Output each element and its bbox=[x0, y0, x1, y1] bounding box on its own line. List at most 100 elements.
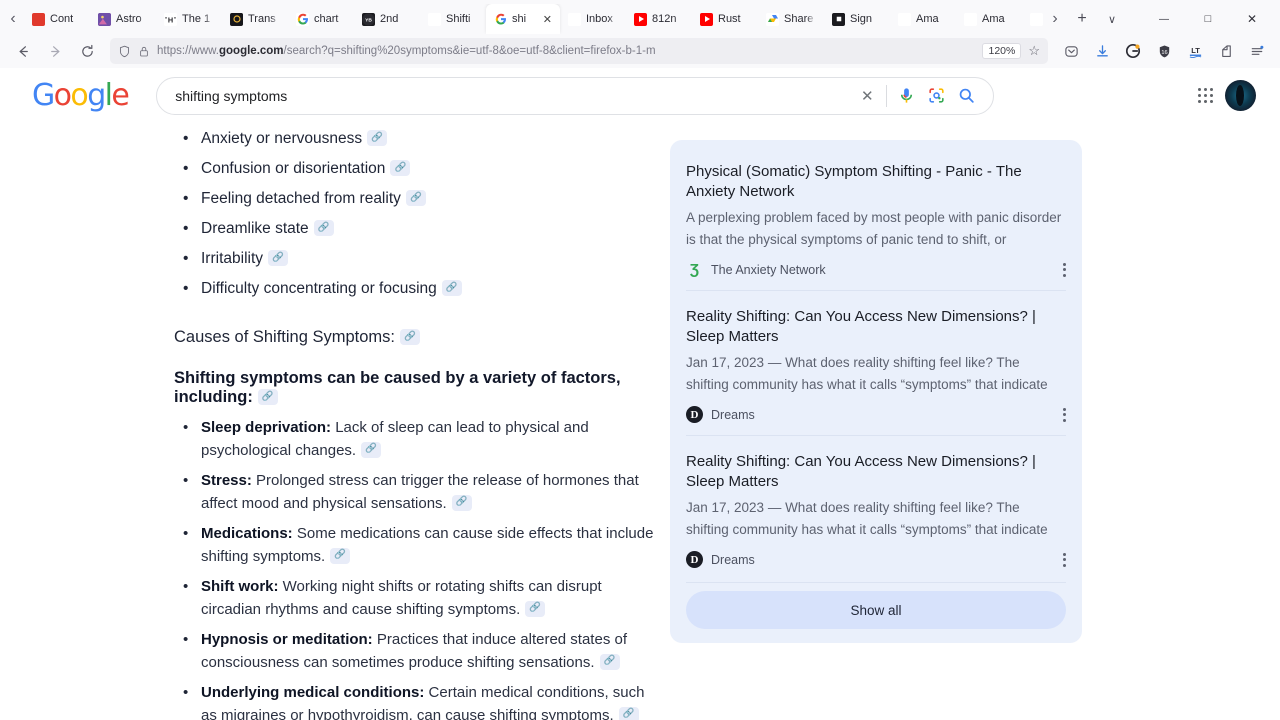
search-input[interactable] bbox=[175, 87, 853, 104]
minimize-button[interactable]: — bbox=[1142, 4, 1186, 34]
link-chip-icon[interactable]: 🔗 bbox=[268, 249, 289, 266]
tab-strip: ‹ Cont Astro H The 1 Trans chart YB 2nd M Shifti… bbox=[0, 0, 1280, 34]
google-apps-button[interactable] bbox=[1198, 88, 1213, 103]
camera-lens-icon bbox=[929, 88, 944, 103]
result-card[interactable]: Reality Shifting: Can You Access New Dim… bbox=[686, 290, 1066, 435]
more-options-icon[interactable] bbox=[1063, 407, 1066, 422]
hyphen-icon: H bbox=[164, 12, 177, 26]
search-results-page: Anxiety or nervousness🔗Confusion or diso… bbox=[0, 124, 1280, 720]
list-item-label: Dreamlike state bbox=[201, 220, 309, 237]
search-button[interactable] bbox=[951, 81, 981, 111]
voice-search-button[interactable] bbox=[891, 81, 921, 111]
grammarly-extension-icon[interactable] bbox=[1118, 37, 1148, 65]
url-text: https://www.google.com/search?q=shifting… bbox=[157, 45, 975, 57]
browser-tab[interactable]: aAma bbox=[956, 4, 1022, 34]
more-options-icon[interactable] bbox=[1063, 262, 1066, 277]
browser-tab[interactable]: Share bbox=[758, 4, 824, 34]
browser-tab[interactable]: aAma bbox=[1022, 4, 1044, 34]
close-tab-button[interactable]: ✕ bbox=[543, 13, 552, 26]
browser-tab[interactable]: Astro bbox=[90, 4, 156, 34]
browser-tab[interactable]: 812n bbox=[626, 4, 692, 34]
languagetool-icon[interactable]: LT bbox=[1180, 37, 1210, 65]
list-item-label: Anxiety or nervousness bbox=[201, 130, 363, 147]
result-card[interactable]: Reality Shifting: Can You Access New Dim… bbox=[686, 435, 1066, 580]
result-card-title[interactable]: Physical (Somatic) Symptom Shifting - Pa… bbox=[686, 162, 1066, 201]
new-tab-button[interactable]: + bbox=[1068, 5, 1096, 33]
main-content-column: Anxiety or nervousness🔗Confusion or diso… bbox=[14, 124, 654, 720]
back-arrow-icon bbox=[19, 45, 28, 57]
source-favicon-icon: Ʒ bbox=[689, 261, 700, 278]
url-domain: google.com bbox=[219, 45, 284, 57]
reload-button[interactable] bbox=[72, 37, 102, 65]
result-card[interactable]: Physical (Somatic) Symptom Shifting - Pa… bbox=[686, 146, 1066, 290]
back-button[interactable] bbox=[8, 37, 38, 65]
link-chip-icon[interactable]: 🔗 bbox=[361, 441, 382, 458]
link-chip-icon[interactable]: 🔗 bbox=[400, 328, 421, 345]
result-card-title[interactable]: Reality Shifting: Can You Access New Dim… bbox=[686, 452, 1066, 491]
bookmark-star-icon[interactable]: ☆ bbox=[1028, 43, 1040, 59]
gmail-icon: M bbox=[568, 12, 581, 26]
browser-tab[interactable]: M Inbox bbox=[560, 4, 626, 34]
browser-tab[interactable]: M Shifti bbox=[420, 4, 486, 34]
scroll-tabs-left-button[interactable]: ‹ bbox=[2, 4, 24, 34]
link-chip-icon[interactable]: 🔗 bbox=[313, 219, 334, 236]
browser-tab-label: Cont bbox=[50, 13, 74, 25]
browser-tab[interactable]: Rust bbox=[692, 4, 758, 34]
list-item: Shift work: Working night shifts or rota… bbox=[174, 576, 654, 621]
close-window-button[interactable]: ✕ bbox=[1230, 4, 1274, 34]
link-chip-icon[interactable]: 🔗 bbox=[367, 129, 388, 146]
list-all-tabs-button[interactable]: ∨ bbox=[1098, 5, 1126, 33]
browser-tab[interactable]: Cont bbox=[24, 4, 90, 34]
browser-tab[interactable]: aAma bbox=[890, 4, 956, 34]
link-chip-icon[interactable]: 🔗 bbox=[599, 653, 620, 670]
browser-tab[interactable]: H The 1 bbox=[156, 4, 222, 34]
link-chip-icon[interactable]: 🔗 bbox=[257, 388, 278, 405]
browser-tab-label: chart bbox=[314, 13, 339, 25]
forward-button[interactable] bbox=[40, 37, 70, 65]
cause-term: Underlying medical conditions: bbox=[201, 684, 425, 701]
browser-tab-label: 812n bbox=[652, 13, 677, 25]
clear-search-button[interactable]: ✕ bbox=[852, 81, 882, 111]
link-chip-icon[interactable]: 🔗 bbox=[390, 159, 411, 176]
container-tabs-icon[interactable] bbox=[1211, 37, 1241, 65]
show-all-button[interactable]: Show all bbox=[686, 591, 1066, 629]
list-item-label: Feeling detached from reality bbox=[201, 190, 401, 207]
browser-tab[interactable]: Sign bbox=[824, 4, 890, 34]
browser-tab[interactable]: shi ✕ bbox=[486, 4, 560, 34]
privacy-badger-icon[interactable]: 16 bbox=[1149, 37, 1179, 65]
result-card-title[interactable]: Reality Shifting: Can You Access New Dim… bbox=[686, 307, 1066, 346]
zoom-level-indicator[interactable]: 120% bbox=[982, 43, 1022, 59]
browser-tab-label: Ama bbox=[982, 13, 1005, 25]
list-item: Irritability🔗 bbox=[174, 244, 654, 274]
scroll-tabs-right-button[interactable]: › bbox=[1044, 4, 1066, 34]
google-search-box[interactable]: ✕ bbox=[156, 76, 995, 115]
link-chip-icon[interactable]: 🔗 bbox=[330, 547, 351, 564]
google-logo[interactable]: Google bbox=[14, 78, 130, 113]
link-chip-icon[interactable]: 🔗 bbox=[441, 279, 462, 296]
app-menu-button[interactable] bbox=[1242, 37, 1272, 65]
link-chip-icon[interactable]: 🔗 bbox=[618, 706, 639, 720]
list-item: Underlying medical conditions: Certain m… bbox=[174, 682, 654, 720]
link-chip-icon[interactable]: 🔗 bbox=[525, 600, 546, 617]
account-avatar[interactable] bbox=[1225, 80, 1256, 111]
maximize-button[interactable]: □ bbox=[1186, 4, 1230, 34]
lock-icon bbox=[140, 46, 148, 56]
transistor-icon bbox=[230, 12, 243, 26]
list-item: Sleep deprivation: Lack of sleep can lea… bbox=[174, 417, 654, 462]
svg-text:16: 16 bbox=[1161, 49, 1167, 55]
result-card-source: The Anxiety Network bbox=[711, 262, 826, 277]
result-card-snippet: Jan 17, 2023 — What does reality shiftin… bbox=[686, 500, 1048, 537]
downloads-icon[interactable] bbox=[1087, 37, 1117, 65]
more-options-icon[interactable] bbox=[1063, 552, 1066, 567]
google-header: Google ✕ bbox=[0, 68, 1280, 124]
google-lens-button[interactable] bbox=[921, 81, 951, 111]
browser-tab-label: The 1 bbox=[182, 13, 211, 25]
result-card-footer: Ʒ The Anxiety Network bbox=[686, 261, 1066, 278]
browser-tab[interactable]: chart bbox=[288, 4, 354, 34]
link-chip-icon[interactable]: 🔗 bbox=[451, 494, 472, 511]
browser-tab[interactable]: YB 2nd bbox=[354, 4, 420, 34]
pocket-save-icon[interactable] bbox=[1056, 37, 1086, 65]
link-chip-icon[interactable]: 🔗 bbox=[405, 189, 426, 206]
browser-tab[interactable]: Trans bbox=[222, 4, 288, 34]
address-bar[interactable]: https://www.google.com/search?q=shifting… bbox=[110, 38, 1048, 64]
